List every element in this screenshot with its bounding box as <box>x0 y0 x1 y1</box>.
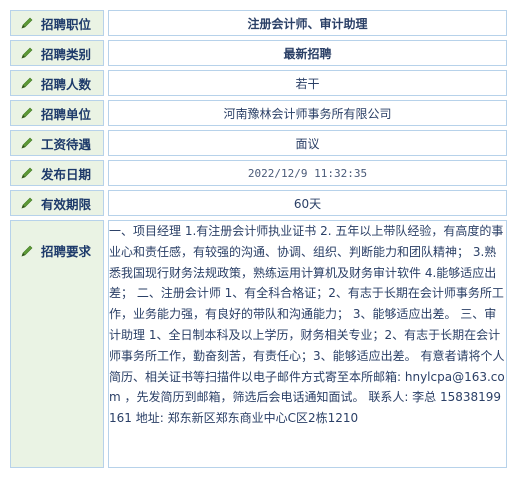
row-category: 招聘类别 最新招聘 <box>10 40 507 66</box>
salary-label-cell: 工资待遇 <box>10 130 104 156</box>
row-employer: 招聘单位 河南豫林会计师事务所有限公司 <box>10 100 507 126</box>
position-value: 注册会计师、审计助理 <box>108 10 507 36</box>
pencil-icon <box>21 245 33 256</box>
publish-date-label-cell: 发布日期 <box>10 160 104 186</box>
employer-value: 河南豫林会计师事务所有限公司 <box>108 100 507 126</box>
position-label-cell: 招聘职位 <box>10 10 104 36</box>
publish-date-value: 2022/12/9 11:32:35 <box>108 160 507 186</box>
headcount-value: 若干 <box>108 70 507 96</box>
publish-date-label: 发布日期 <box>41 166 92 182</box>
job-info-table: 招聘职位 注册会计师、审计助理 招聘类别 最新招聘 招聘人数 若干 招聘单位 河… <box>6 6 511 472</box>
employer-label-cell: 招聘单位 <box>10 100 104 126</box>
salary-value: 面议 <box>108 130 507 156</box>
row-headcount: 招聘人数 若干 <box>10 70 507 96</box>
row-position: 招聘职位 注册会计师、审计助理 <box>10 10 507 36</box>
headcount-label: 招聘人数 <box>41 76 92 92</box>
employer-label: 招聘单位 <box>41 106 92 122</box>
pencil-icon <box>21 167 33 179</box>
position-label: 招聘职位 <box>41 16 92 32</box>
pencil-icon <box>21 17 33 29</box>
validity-label: 有效期限 <box>41 196 92 212</box>
row-requirements: 招聘要求 一、项目经理 1.有注册会计师执业证书 2. 五年以上带队经验，有高度… <box>10 220 507 468</box>
row-salary: 工资待遇 面议 <box>10 130 507 156</box>
headcount-label-cell: 招聘人数 <box>10 70 104 96</box>
requirements-label: 招聘要求 <box>41 244 92 259</box>
pencil-icon <box>21 47 33 59</box>
pencil-icon <box>21 137 33 149</box>
requirements-text: 一、项目经理 1.有注册会计师执业证书 2. 五年以上带队经验，有高度的事业心和… <box>108 220 507 468</box>
category-label-cell: 招聘类别 <box>10 40 104 66</box>
validity-label-cell: 有效期限 <box>10 190 104 216</box>
pencil-icon <box>21 197 33 209</box>
row-validity: 有效期限 60天 <box>10 190 507 216</box>
category-value: 最新招聘 <box>108 40 507 66</box>
salary-label: 工资待遇 <box>41 136 92 152</box>
validity-value: 60天 <box>108 190 507 216</box>
pencil-icon <box>21 77 33 89</box>
row-publish-date: 发布日期 2022/12/9 11:32:35 <box>10 160 507 186</box>
pencil-icon <box>21 107 33 119</box>
requirements-label-cell: 招聘要求 <box>10 220 104 468</box>
category-label: 招聘类别 <box>41 46 92 62</box>
